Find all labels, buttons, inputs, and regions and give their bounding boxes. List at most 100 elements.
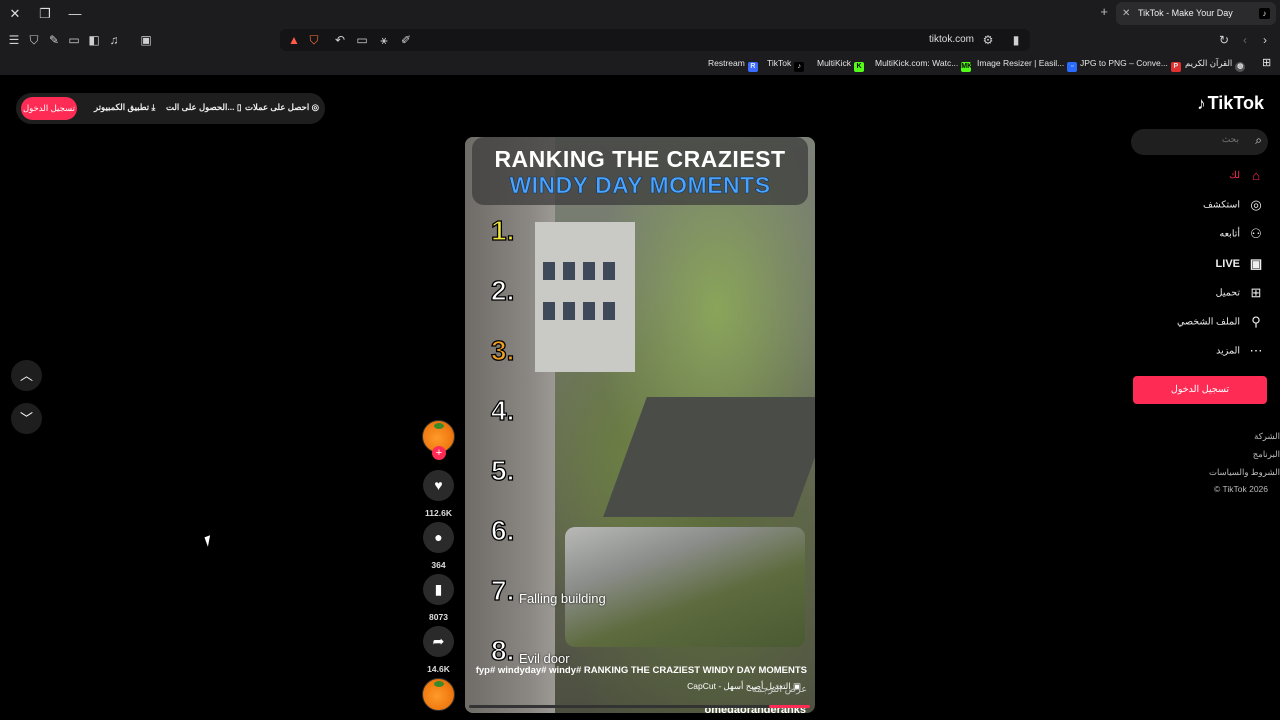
video-player[interactable]: RANKING THE CRAZIEST WINDY DAY MOMENTS 1…: [465, 137, 815, 713]
video-building: [535, 222, 635, 372]
nav-upload[interactable]: تحميل ⊞: [1124, 285, 1264, 305]
nav-following[interactable]: أتابعه ⚇: [1124, 226, 1264, 246]
pin-icon[interactable]: ✎: [46, 32, 62, 48]
search-box[interactable]: ⌕: [1131, 129, 1268, 155]
tiktok-favicon-icon: ♪: [1259, 8, 1270, 19]
rank-6: 6.: [490, 514, 515, 546]
explore-icon: ◎: [1250, 197, 1262, 212]
extension-icon[interactable]: ✐: [398, 32, 414, 48]
see-translation-link[interactable]: عرض الترجمة: [460, 684, 807, 695]
url-text: tiktok.com: [928, 34, 974, 45]
apps-grid-icon[interactable]: ⊞: [1262, 56, 1271, 69]
footer-program-link[interactable]: البرنامج: [1180, 449, 1280, 460]
previous-video-button[interactable]: ︿: [11, 360, 42, 391]
bookmarks-bar: Restream R TikTok ♪ MultiKick K MultiKick.c…: [0, 53, 1280, 75]
brave-rewards-icon[interactable]: ▲: [286, 32, 302, 48]
music-icon[interactable]: ♫: [106, 32, 122, 48]
upload-icon: ⊞: [1250, 285, 1262, 300]
restore-window-icon[interactable]: ❐: [36, 5, 54, 23]
rank-7-label: Falling building: [519, 591, 606, 606]
search-icon[interactable]: ⌕: [1255, 133, 1262, 148]
browser-tab[interactable]: ✕ TikTok - Make Your Day ♪: [1116, 2, 1276, 25]
next-video-button[interactable]: ﹀: [11, 403, 42, 434]
translate-icon[interactable]: ⚹: [376, 32, 392, 48]
globe-icon: ◍: [1235, 62, 1246, 72]
tiktok-logo[interactable]: ♪ TikTok: [1197, 93, 1264, 114]
home-icon: ⌂: [1252, 168, 1260, 183]
comment-icon: ●: [434, 529, 443, 545]
tiktok-page: تسجيل الدخول تطبيق الكمبيوتر ⤓ الحصول عل…: [0, 75, 1280, 720]
image-resizer-icon: ▫: [1067, 62, 1078, 72]
address-bar[interactable]: ▲ ⛉ ↶ ▭ ⚹ ✐ tiktok.com ⚙ ▮: [280, 29, 1030, 51]
nav-profile[interactable]: الملف الشخصي ⚲: [1124, 314, 1264, 334]
save-count: 8073: [429, 612, 448, 622]
reload-icon[interactable]: ↻: [1216, 32, 1232, 48]
rank-4: 4.: [490, 394, 515, 426]
sound-avatar[interactable]: [422, 678, 455, 711]
desktop-app-link[interactable]: تطبيق الكمبيوتر ⤓: [94, 102, 155, 113]
tiktok-icon: ♪: [794, 62, 805, 72]
mouse-cursor: [204, 535, 214, 547]
share-button[interactable]: ➦: [423, 626, 454, 657]
brave-shield-icon[interactable]: ⛉: [306, 32, 322, 48]
bookmark-icon[interactable]: ▮: [1008, 32, 1024, 48]
follow-plus-icon[interactable]: +: [432, 446, 446, 460]
footer-company-link[interactable]: الشركة: [1180, 431, 1280, 442]
tabs-icon[interactable]: ▭: [66, 32, 82, 48]
search-input[interactable]: [1139, 134, 1239, 144]
tab-title: TikTok - Make Your Day: [1138, 8, 1233, 18]
menu-icon[interactable]: ☰: [6, 32, 22, 48]
bookmark-save-icon: ▮: [434, 581, 443, 597]
wallet-icon[interactable]: ▣: [138, 32, 154, 48]
coin-icon: ◎: [311, 102, 319, 112]
share-count: 14.6K: [427, 664, 450, 674]
video-actions: + ♥ 112.6K ● 364 ▮ 8073 ➦ 14.6K: [422, 420, 455, 711]
multikick-icon: MK: [961, 62, 973, 72]
bookmark-image-resizer[interactable]: Image Resizer | Easil... ▫: [977, 58, 1078, 72]
chevron-up-icon: ︿: [19, 368, 33, 383]
top-login-button[interactable]: تسجيل الدخول: [21, 97, 77, 120]
nav-more[interactable]: المزيد ⋯: [1124, 343, 1264, 363]
nav-live[interactable]: LIVE ▣: [1124, 256, 1264, 276]
video-cars: [565, 527, 805, 647]
bookmark-multikick[interactable]: MultiKick K: [817, 58, 865, 72]
png-icon: P: [1170, 62, 1181, 72]
bookmark-quran[interactable]: القرآن الكريم ◍: [1185, 58, 1246, 72]
nav-explore[interactable]: استكشف ◎: [1124, 197, 1264, 217]
close-tab-icon[interactable]: ✕: [1122, 2, 1130, 25]
new-tab-icon[interactable]: +: [1100, 4, 1108, 19]
rank-1: 1.: [490, 214, 515, 246]
comment-button[interactable]: ●: [423, 522, 454, 553]
sidebar-login-button[interactable]: تسجيل الدخول: [1133, 376, 1267, 404]
bookmark-multikick-watch[interactable]: MultiKick.com: Watc... MK: [875, 58, 973, 72]
sidebar-icon[interactable]: ◧: [86, 32, 102, 48]
get-coins-link[interactable]: احصل على عملات ◎: [245, 102, 319, 113]
back-icon[interactable]: ‹: [1237, 32, 1253, 48]
minimize-window-icon[interactable]: —: [66, 5, 84, 23]
rank-3: 3.: [490, 334, 515, 366]
video-progress-bar[interactable]: [469, 705, 810, 708]
save-button[interactable]: ▮: [423, 574, 454, 605]
tiktok-note-icon: ♪: [1197, 94, 1206, 113]
bookmark-restream[interactable]: Restream R: [708, 58, 758, 72]
profile-icon: ⚲: [1251, 314, 1261, 329]
nav-for-you[interactable]: لك ⌂: [1124, 168, 1264, 188]
back-arrow-icon[interactable]: ↶: [332, 32, 348, 48]
bookmark-jpg-to-png[interactable]: JPG to PNG – Conve... P: [1080, 58, 1181, 72]
creator-avatar[interactable]: +: [422, 420, 455, 460]
site-settings-icon[interactable]: ⚙: [980, 32, 996, 48]
shield-icon[interactable]: ⛉: [26, 32, 42, 48]
forward-icon[interactable]: ›: [1257, 32, 1273, 48]
video-title-line2: WINDY DAY MOMENTS: [509, 172, 771, 198]
rank-8: 8.: [490, 634, 515, 666]
rank-8-label: Evil door: [519, 651, 570, 666]
close-window-icon[interactable]: ✕: [6, 5, 24, 23]
more-icon: ⋯: [1249, 343, 1263, 358]
bookmark-tiktok[interactable]: TikTok ♪: [767, 58, 805, 72]
video-title-line1: RANKING THE CRAZIEST: [494, 146, 786, 172]
like-button[interactable]: ♥: [423, 470, 454, 501]
get-app-link[interactable]: الحصول على الت... ▯: [166, 102, 242, 113]
footer-terms-link[interactable]: الشروط والسياسات: [1180, 467, 1280, 478]
kick-icon: K: [854, 62, 865, 72]
cast-icon[interactable]: ▭: [354, 32, 370, 48]
